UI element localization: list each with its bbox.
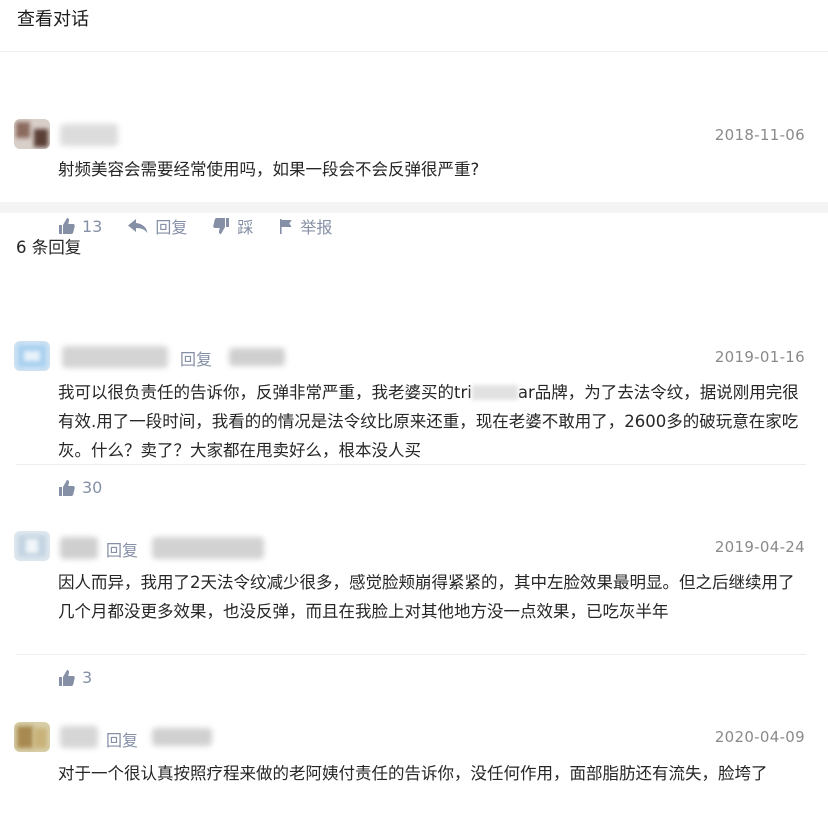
avatar[interactable] [14,531,50,561]
reply-date: 2019-01-16 [714,348,805,366]
reply-icon [128,219,148,233]
reply-button[interactable]: 回复 [128,214,187,238]
like-icon [59,479,75,496]
username[interactable] [60,726,98,748]
reply-to-username[interactable] [229,348,285,366]
username[interactable] [60,537,98,559]
dislike-label: 踩 [237,218,254,237]
like-count: 13 [82,216,103,236]
comment-date: 2018-11-06 [714,126,805,144]
censored-text [471,385,518,400]
reply-date: 2019-04-24 [714,538,805,556]
reply-text: 对于一个很认真按照疗程来做的老阿姨付责任的告诉你，没任何作用，面部脂肪还有流失，… [58,764,768,783]
divider [16,464,806,465]
like-icon [59,218,75,234]
avatar[interactable] [14,722,50,752]
reply-text: 我可以很负责任的告诉你，反弹非常严重，我老婆买的tri ar品牌，为了去法令纹，据… [58,378,806,465]
like-button[interactable]: 3 [58,668,92,687]
reply-to-username[interactable] [152,537,264,559]
replies-count: 6 条回复 [16,238,82,257]
username[interactable] [62,346,168,368]
reply-text: 因人而异，我用了2天法令纹减少很多，感觉脸颊崩得紧紧的，其中左脸效果最明显。但之… [58,573,795,621]
divider [16,654,806,655]
section-separator [0,202,828,213]
reply-to-username[interactable] [152,728,212,746]
like-icon [59,669,75,686]
dialog-header: 查看对话 [0,0,828,52]
reply-to-label: 回复 [106,541,139,560]
like-button[interactable]: 13 [58,217,102,236]
comment-text: 射频美容会需要经常使用吗，如果一段会不会反弹很严重? [58,160,480,179]
report-label: 举报 [300,218,333,237]
reply-date: 2020-04-09 [714,728,805,746]
comment-actions: 13 回复 踩 举报 [58,214,358,238]
avatar[interactable] [14,341,50,371]
reply-actions: 3 [58,668,118,687]
like-button[interactable]: 30 [58,478,102,497]
report-button[interactable]: 举报 [279,214,332,238]
reply-actions: 30 [58,478,128,497]
avatar[interactable] [14,119,50,149]
dislike-button[interactable]: 踩 [213,214,253,238]
reply-to-label: 回复 [106,731,139,750]
like-count: 30 [82,478,103,497]
report-icon [280,218,292,234]
reply-label: 回复 [155,218,188,237]
page-title: 查看对话 [17,9,89,30]
username[interactable] [60,124,118,146]
reply-text-part: 我可以很负责任的告诉你，反弹非常严重，我老婆买的tri [58,383,472,402]
like-count: 3 [82,668,93,687]
reply-to-label: 回复 [180,350,213,369]
dislike-icon [213,218,230,234]
